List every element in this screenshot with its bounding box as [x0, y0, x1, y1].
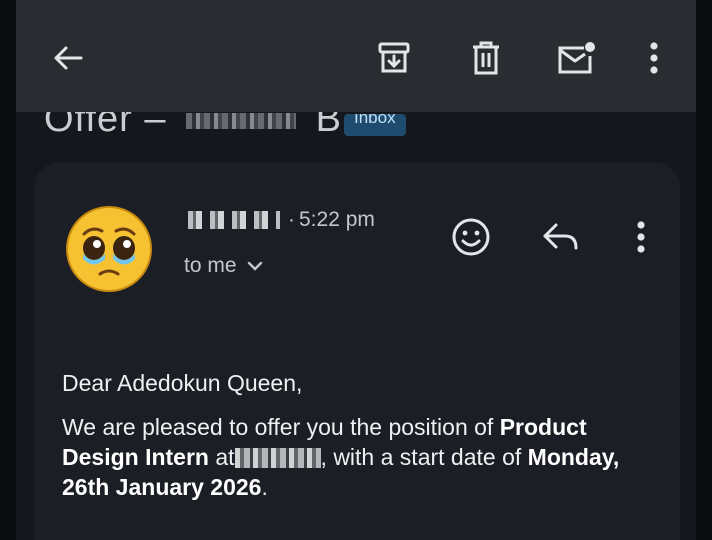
at-word: at	[208, 444, 235, 470]
archive-button[interactable]	[368, 32, 420, 84]
back-button[interactable]	[42, 32, 94, 84]
reply-icon	[543, 223, 578, 250]
emoji-smile-icon	[452, 218, 490, 256]
inbox-label-badge[interactable]: Inbox	[344, 114, 406, 136]
redacted-company-name	[186, 112, 297, 129]
sender-line: · 5:22 pm	[184, 206, 375, 234]
more-options-button[interactable]	[628, 32, 680, 84]
redacted-sender-name[interactable]	[184, 211, 280, 229]
recipient-label: to me	[184, 254, 237, 277]
add-reaction-button[interactable]	[446, 212, 496, 262]
screen-edge-left	[0, 0, 16, 540]
start-date-intro: , with a start date of	[320, 444, 528, 470]
mark-unread-button[interactable]	[550, 32, 602, 84]
offer-paragraph: We are pleased to offer you the position…	[62, 412, 662, 502]
arrow-left-icon	[54, 46, 83, 70]
email-body: Dear Adedokun Queen, We are pleased to o…	[62, 368, 662, 516]
redacted-company	[234, 448, 321, 468]
subject-suffix: B	[315, 112, 342, 140]
sentence-end: .	[261, 474, 268, 500]
delete-button[interactable]	[460, 32, 512, 84]
email-time: 5:22 pm	[299, 208, 375, 231]
avatar[interactable]	[64, 204, 154, 294]
email-subject: Offer – B	[44, 112, 342, 141]
offer-intro: We are pleased to offer you the position…	[62, 414, 500, 440]
more-vert-icon	[650, 42, 658, 74]
mark-unread-icon	[558, 42, 595, 74]
separator-dot: ·	[288, 208, 295, 231]
screen-edge-right	[696, 0, 712, 540]
top-app-bar	[16, 0, 696, 112]
subject-row: Offer – B Inbox	[16, 112, 696, 142]
chevron-down-icon	[247, 261, 262, 271]
greeting: Dear Adedokun Queen,	[62, 370, 303, 396]
recipient-details-toggle[interactable]: to me	[184, 254, 263, 278]
reply-button[interactable]	[536, 212, 586, 262]
archive-icon	[378, 42, 410, 73]
message-more-options-button[interactable]	[616, 212, 666, 262]
subject-prefix: Offer –	[44, 112, 167, 140]
more-vert-icon	[637, 221, 645, 253]
trash-icon	[473, 41, 499, 75]
